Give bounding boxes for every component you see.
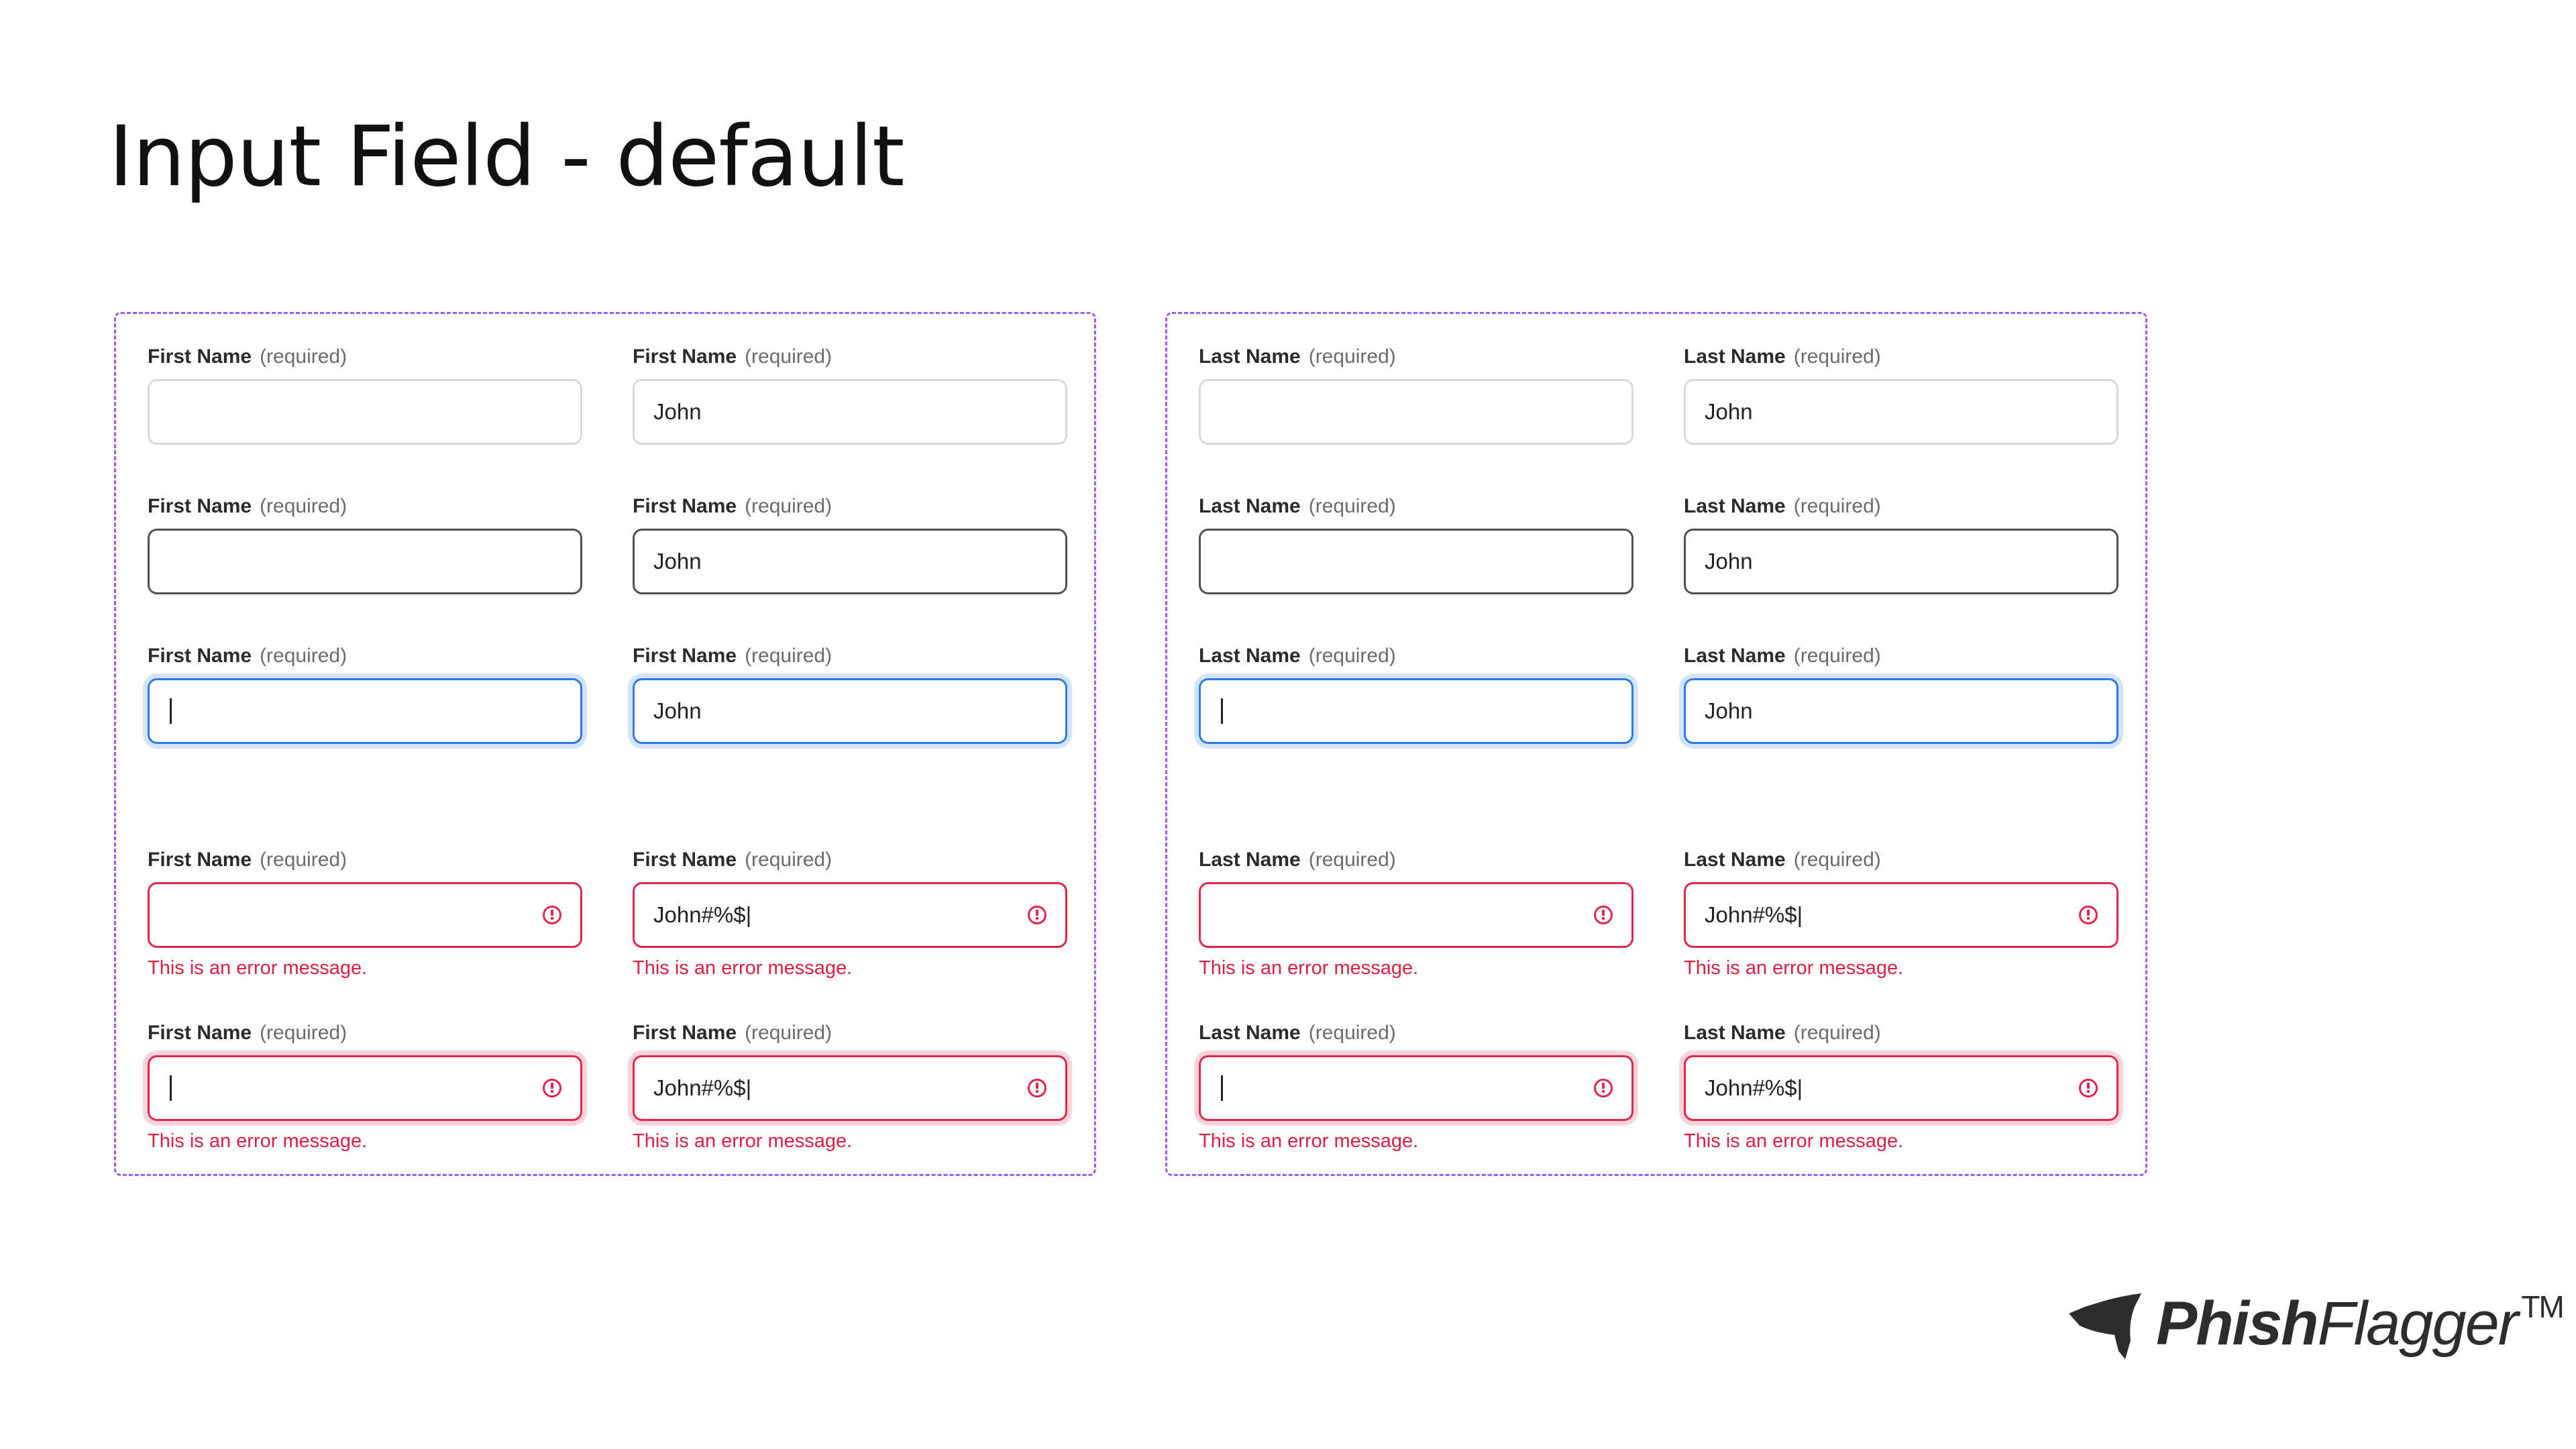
field-label: First Name (required): [148, 495, 347, 517]
field-label: Last Name (required): [1684, 849, 1881, 871]
first-name-field-hover-empty: First Name (required): [148, 495, 582, 594]
last-name-field-hover-filled: Last Name (required) John: [1684, 495, 2118, 594]
input-value: John: [1705, 399, 1753, 424]
field-label: Last Name (required): [1199, 849, 1396, 871]
first-name-input[interactable]: John: [633, 379, 1067, 445]
last-name-input[interactable]: John#%$|: [1684, 882, 2118, 948]
input-value: John#%$|: [653, 902, 752, 927]
field-label: Last Name (required): [1684, 495, 1881, 517]
input-value: John: [1705, 698, 1753, 723]
error-alert-icon: [543, 1079, 561, 1097]
last-name-input[interactable]: John: [1684, 379, 2118, 445]
first-name-field-focus-empty: First Name (required): [148, 645, 582, 744]
field-label: First Name (required): [148, 345, 347, 368]
first-name-field-error-filled: First Name (required) John#%$| This is an…: [633, 849, 1067, 979]
first-name-field-error-empty: First Name (required) This is an error me…: [148, 849, 582, 979]
last-name-field-error-focus-empty: Last Name (required) This is an error mes…: [1199, 1022, 1633, 1152]
first-name-field-error-focus-filled: First Name (required) John#%$| This is an…: [633, 1022, 1067, 1152]
input-value: John#%$|: [653, 1075, 752, 1100]
first-name-input[interactable]: John#%$|: [633, 1055, 1067, 1121]
first-name-input[interactable]: John: [633, 529, 1067, 594]
text-caret: [170, 1075, 172, 1101]
error-alert-icon: [1028, 906, 1046, 924]
error-alert-icon: [1028, 1079, 1046, 1097]
error-alert-icon: [2079, 906, 2098, 924]
error-alert-icon: [543, 906, 561, 924]
first-name-input[interactable]: [148, 882, 582, 948]
field-label: First Name (required): [148, 1022, 347, 1044]
field-label: First Name (required): [148, 645, 347, 667]
last-name-input[interactable]: [1199, 678, 1633, 744]
error-message: This is an error message.: [633, 1130, 853, 1152]
last-name-field-hover-empty: Last Name (required): [1199, 495, 1633, 594]
error-alert-icon: [2079, 1079, 2098, 1097]
last-name-input[interactable]: [1199, 882, 1633, 948]
last-name-input[interactable]: [1199, 379, 1633, 445]
text-caret: [1221, 698, 1223, 724]
input-value: John: [653, 399, 702, 424]
text-caret: [170, 698, 172, 724]
last-name-input[interactable]: John: [1684, 678, 2118, 744]
error-message: This is an error message.: [1199, 1130, 1419, 1152]
last-name-field-error-filled: Last Name (required) John#%$| This is an …: [1684, 849, 2118, 979]
phishflagger-logo: PhishFlagger TM: [2063, 1287, 2565, 1360]
first-name-field-hover-filled: First Name (required) John: [633, 495, 1067, 594]
first-name-field-focus-filled: First Name (required) John: [633, 645, 1067, 744]
first-name-input[interactable]: [148, 529, 582, 594]
last-name-field-default-filled: Last Name (required) John: [1684, 345, 2118, 445]
field-label: First Name (required): [633, 345, 833, 368]
first-name-input[interactable]: [148, 379, 582, 445]
field-label: First Name (required): [633, 495, 833, 517]
last-name-input[interactable]: [1199, 529, 1633, 594]
first-name-field-default-empty: First Name (required): [148, 345, 582, 445]
logo-wordmark: PhishFlagger TM: [2156, 1289, 2565, 1358]
last-name-field-focus-filled: Last Name (required) John: [1684, 645, 2118, 744]
last-name-field-focus-empty: Last Name (required): [1199, 645, 1633, 744]
field-label: Last Name (required): [1684, 345, 1881, 368]
first-name-field-error-focus-empty: First Name (required) This is an error me…: [148, 1022, 582, 1152]
field-label: Last Name (required): [1199, 345, 1396, 368]
input-value: John: [653, 549, 702, 574]
error-message: This is an error message.: [1199, 957, 1419, 979]
first-name-variants-frame: First Name (required) First Name (required…: [114, 312, 1096, 1176]
field-label: Last Name (required): [1684, 1022, 1881, 1044]
field-label: Last Name (required): [1199, 1022, 1396, 1044]
last-name-input[interactable]: John#%$|: [1684, 1055, 2118, 1121]
input-value: John#%$|: [1705, 902, 1803, 927]
last-name-field-error-empty: Last Name (required) This is an error mes…: [1199, 849, 1633, 979]
text-caret: [1221, 1075, 1223, 1101]
field-label: First Name (required): [148, 849, 347, 871]
last-name-input[interactable]: [1199, 1055, 1633, 1121]
error-message: This is an error message.: [1684, 957, 1904, 979]
error-message: This is an error message.: [633, 957, 853, 979]
last-name-field-error-focus-filled: Last Name (required) John#%$| This is an …: [1684, 1022, 2118, 1152]
last-name-field-default-empty: Last Name (required): [1199, 345, 1633, 445]
field-label: Last Name (required): [1199, 495, 1396, 517]
input-value: John: [653, 698, 702, 723]
last-name-input[interactable]: John: [1684, 529, 2118, 594]
first-name-input[interactable]: John: [633, 678, 1067, 744]
last-name-variants-frame: Last Name (required) Last Name (required) …: [1165, 312, 2147, 1176]
error-message: This is an error message.: [1684, 1130, 1904, 1152]
flag-icon: [2069, 1293, 2141, 1359]
first-name-input[interactable]: [148, 678, 582, 744]
first-name-input[interactable]: [148, 1055, 582, 1121]
field-label: First Name (required): [633, 1022, 833, 1044]
page-title: Input Field - default: [109, 109, 905, 205]
error-message: This is an error message.: [148, 957, 368, 979]
field-label: Last Name (required): [1199, 645, 1396, 667]
error-alert-icon: [1594, 1079, 1613, 1097]
first-name-field-default-filled: First Name (required) John: [633, 345, 1067, 445]
error-message: This is an error message.: [148, 1130, 368, 1152]
error-alert-icon: [1594, 906, 1613, 924]
input-value: John: [1705, 549, 1753, 574]
field-label: Last Name (required): [1684, 645, 1881, 667]
field-label: First Name (required): [633, 645, 833, 667]
field-label: First Name (required): [633, 849, 833, 871]
first-name-input[interactable]: John#%$|: [633, 882, 1067, 948]
input-value: John#%$|: [1705, 1075, 1803, 1100]
